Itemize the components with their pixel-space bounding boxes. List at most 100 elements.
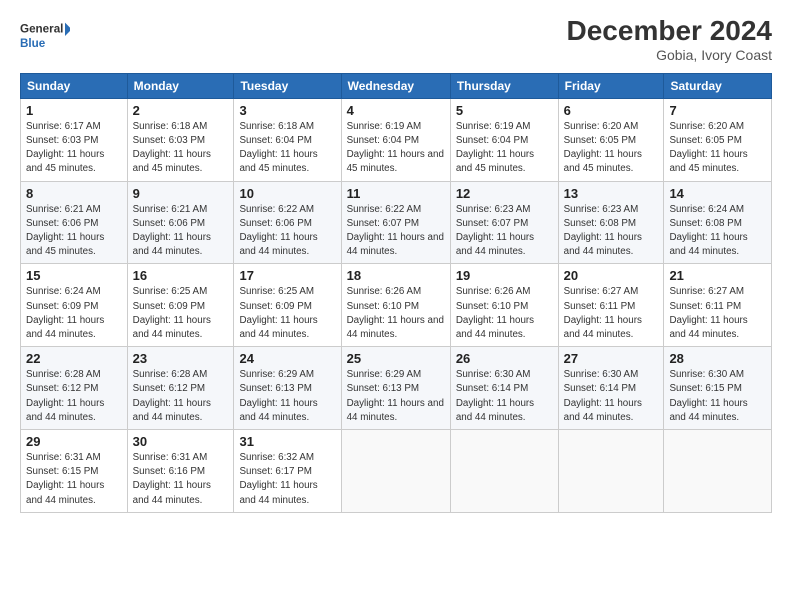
calendar-cell: 4 Sunrise: 6:19 AMSunset: 6:04 PMDayligh…	[341, 98, 450, 181]
calendar-cell	[558, 430, 664, 513]
calendar-cell: 13 Sunrise: 6:23 AMSunset: 6:08 PMDaylig…	[558, 181, 664, 264]
day-number: 20	[564, 268, 659, 283]
day-number: 4	[347, 103, 445, 118]
day-number: 3	[239, 103, 335, 118]
day-number: 8	[26, 186, 122, 201]
day-number: 29	[26, 434, 122, 449]
calendar-cell: 18 Sunrise: 6:26 AMSunset: 6:10 PMDaylig…	[341, 264, 450, 347]
day-info: Sunrise: 6:26 AMSunset: 6:10 PMDaylight:…	[347, 286, 444, 340]
day-number: 6	[564, 103, 659, 118]
day-number: 31	[239, 434, 335, 449]
calendar-cell: 20 Sunrise: 6:27 AMSunset: 6:11 PMDaylig…	[558, 264, 664, 347]
day-info: Sunrise: 6:22 AMSunset: 6:07 PMDaylight:…	[347, 204, 444, 258]
day-number: 7	[669, 103, 766, 118]
day-number: 2	[133, 103, 229, 118]
page: General Blue December 2024 Gobia, Ivory …	[0, 0, 792, 612]
logo-icon: General Blue	[20, 16, 70, 56]
calendar-cell: 29 Sunrise: 6:31 AMSunset: 6:15 PMDaylig…	[21, 430, 128, 513]
day-info: Sunrise: 6:17 AMSunset: 6:03 PMDaylight:…	[26, 121, 104, 175]
calendar-header-row: Sunday Monday Tuesday Wednesday Thursday…	[21, 73, 772, 98]
calendar-cell: 30 Sunrise: 6:31 AMSunset: 6:16 PMDaylig…	[127, 430, 234, 513]
day-number: 27	[564, 351, 659, 366]
day-info: Sunrise: 6:27 AMSunset: 6:11 PMDaylight:…	[564, 286, 642, 340]
day-number: 1	[26, 103, 122, 118]
day-info: Sunrise: 6:25 AMSunset: 6:09 PMDaylight:…	[239, 286, 317, 340]
day-info: Sunrise: 6:23 AMSunset: 6:07 PMDaylight:…	[456, 204, 534, 258]
calendar-cell: 21 Sunrise: 6:27 AMSunset: 6:11 PMDaylig…	[664, 264, 772, 347]
calendar-cell: 19 Sunrise: 6:26 AMSunset: 6:10 PMDaylig…	[450, 264, 558, 347]
day-info: Sunrise: 6:30 AMSunset: 6:14 PMDaylight:…	[564, 369, 642, 423]
calendar-cell: 15 Sunrise: 6:24 AMSunset: 6:09 PMDaylig…	[21, 264, 128, 347]
day-number: 13	[564, 186, 659, 201]
day-info: Sunrise: 6:18 AMSunset: 6:04 PMDaylight:…	[239, 121, 317, 175]
day-info: Sunrise: 6:31 AMSunset: 6:16 PMDaylight:…	[133, 452, 211, 506]
day-info: Sunrise: 6:30 AMSunset: 6:14 PMDaylight:…	[456, 369, 534, 423]
title-block: December 2024 Gobia, Ivory Coast	[567, 16, 772, 63]
calendar-week-3: 15 Sunrise: 6:24 AMSunset: 6:09 PMDaylig…	[21, 264, 772, 347]
calendar-cell: 7 Sunrise: 6:20 AMSunset: 6:05 PMDayligh…	[664, 98, 772, 181]
calendar-cell: 8 Sunrise: 6:21 AMSunset: 6:06 PMDayligh…	[21, 181, 128, 264]
day-number: 16	[133, 268, 229, 283]
day-info: Sunrise: 6:26 AMSunset: 6:10 PMDaylight:…	[456, 286, 534, 340]
day-info: Sunrise: 6:27 AMSunset: 6:11 PMDaylight:…	[669, 286, 747, 340]
calendar-cell: 6 Sunrise: 6:20 AMSunset: 6:05 PMDayligh…	[558, 98, 664, 181]
calendar-cell: 24 Sunrise: 6:29 AMSunset: 6:13 PMDaylig…	[234, 347, 341, 430]
calendar-cell	[341, 430, 450, 513]
day-number: 19	[456, 268, 553, 283]
day-number: 28	[669, 351, 766, 366]
day-info: Sunrise: 6:19 AMSunset: 6:04 PMDaylight:…	[347, 121, 444, 175]
subtitle: Gobia, Ivory Coast	[567, 47, 772, 63]
day-info: Sunrise: 6:32 AMSunset: 6:17 PMDaylight:…	[239, 452, 317, 506]
day-info: Sunrise: 6:22 AMSunset: 6:06 PMDaylight:…	[239, 204, 317, 258]
day-number: 22	[26, 351, 122, 366]
day-info: Sunrise: 6:19 AMSunset: 6:04 PMDaylight:…	[456, 121, 534, 175]
main-title: December 2024	[567, 16, 772, 47]
calendar-cell: 11 Sunrise: 6:22 AMSunset: 6:07 PMDaylig…	[341, 181, 450, 264]
calendar-week-5: 29 Sunrise: 6:31 AMSunset: 6:15 PMDaylig…	[21, 430, 772, 513]
svg-text:Blue: Blue	[20, 37, 46, 50]
header: General Blue December 2024 Gobia, Ivory …	[20, 16, 772, 63]
day-number: 9	[133, 186, 229, 201]
calendar-cell: 5 Sunrise: 6:19 AMSunset: 6:04 PMDayligh…	[450, 98, 558, 181]
day-info: Sunrise: 6:25 AMSunset: 6:09 PMDaylight:…	[133, 286, 211, 340]
calendar-cell: 2 Sunrise: 6:18 AMSunset: 6:03 PMDayligh…	[127, 98, 234, 181]
col-friday: Friday	[558, 73, 664, 98]
day-number: 10	[239, 186, 335, 201]
day-info: Sunrise: 6:24 AMSunset: 6:09 PMDaylight:…	[26, 286, 104, 340]
day-info: Sunrise: 6:30 AMSunset: 6:15 PMDaylight:…	[669, 369, 747, 423]
calendar-cell: 22 Sunrise: 6:28 AMSunset: 6:12 PMDaylig…	[21, 347, 128, 430]
day-info: Sunrise: 6:21 AMSunset: 6:06 PMDaylight:…	[133, 204, 211, 258]
calendar-table: Sunday Monday Tuesday Wednesday Thursday…	[20, 73, 772, 513]
calendar-cell: 1 Sunrise: 6:17 AMSunset: 6:03 PMDayligh…	[21, 98, 128, 181]
col-thursday: Thursday	[450, 73, 558, 98]
logo: General Blue	[20, 16, 70, 56]
day-info: Sunrise: 6:31 AMSunset: 6:15 PMDaylight:…	[26, 452, 104, 506]
day-number: 15	[26, 268, 122, 283]
day-number: 5	[456, 103, 553, 118]
calendar-cell: 26 Sunrise: 6:30 AMSunset: 6:14 PMDaylig…	[450, 347, 558, 430]
day-info: Sunrise: 6:20 AMSunset: 6:05 PMDaylight:…	[564, 121, 642, 175]
col-monday: Monday	[127, 73, 234, 98]
day-number: 12	[456, 186, 553, 201]
day-info: Sunrise: 6:29 AMSunset: 6:13 PMDaylight:…	[239, 369, 317, 423]
calendar-cell: 28 Sunrise: 6:30 AMSunset: 6:15 PMDaylig…	[664, 347, 772, 430]
col-tuesday: Tuesday	[234, 73, 341, 98]
day-number: 17	[239, 268, 335, 283]
calendar-cell: 27 Sunrise: 6:30 AMSunset: 6:14 PMDaylig…	[558, 347, 664, 430]
day-info: Sunrise: 6:21 AMSunset: 6:06 PMDaylight:…	[26, 204, 104, 258]
day-number: 18	[347, 268, 445, 283]
calendar-cell: 10 Sunrise: 6:22 AMSunset: 6:06 PMDaylig…	[234, 181, 341, 264]
day-info: Sunrise: 6:23 AMSunset: 6:08 PMDaylight:…	[564, 204, 642, 258]
day-number: 23	[133, 351, 229, 366]
calendar-cell: 17 Sunrise: 6:25 AMSunset: 6:09 PMDaylig…	[234, 264, 341, 347]
day-number: 25	[347, 351, 445, 366]
day-number: 30	[133, 434, 229, 449]
calendar-week-1: 1 Sunrise: 6:17 AMSunset: 6:03 PMDayligh…	[21, 98, 772, 181]
day-info: Sunrise: 6:29 AMSunset: 6:13 PMDaylight:…	[347, 369, 444, 423]
day-info: Sunrise: 6:24 AMSunset: 6:08 PMDaylight:…	[669, 204, 747, 258]
day-info: Sunrise: 6:18 AMSunset: 6:03 PMDaylight:…	[133, 121, 211, 175]
calendar-cell: 25 Sunrise: 6:29 AMSunset: 6:13 PMDaylig…	[341, 347, 450, 430]
calendar-week-2: 8 Sunrise: 6:21 AMSunset: 6:06 PMDayligh…	[21, 181, 772, 264]
calendar-cell	[664, 430, 772, 513]
calendar-cell: 12 Sunrise: 6:23 AMSunset: 6:07 PMDaylig…	[450, 181, 558, 264]
